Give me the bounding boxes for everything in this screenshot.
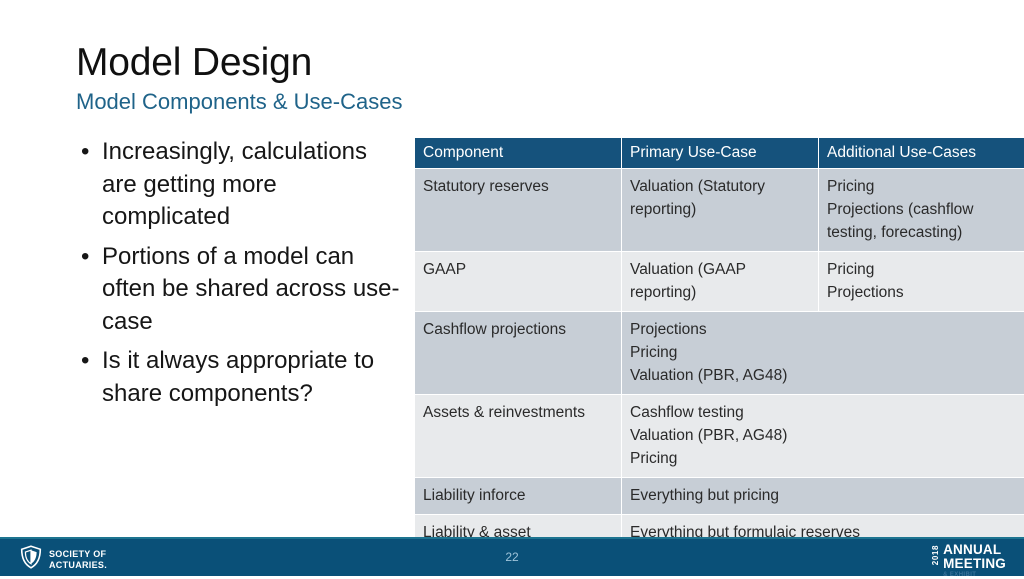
table-row: Liability inforce Everything but pricing xyxy=(415,478,1024,514)
cell-component: Liability inforce xyxy=(415,478,621,514)
list-item: • Portions of a model can often be share… xyxy=(76,241,406,339)
column-header-primary-use-case: Primary Use-Case xyxy=(622,138,818,168)
cell-line: Valuation (PBR, AG48) xyxy=(630,427,788,444)
cell-line: testing, forecasting) xyxy=(827,224,963,241)
cell-line: Pricing xyxy=(630,344,678,361)
meeting-word-meeting: MEETING xyxy=(943,555,1006,571)
table-header: Component Primary Use-Case Additional Us… xyxy=(415,138,1024,168)
table-row: Assets & reinvestments Cashflow testing … xyxy=(415,395,1024,477)
bullet-dot-icon: • xyxy=(81,242,90,270)
cell-line: Cashflow testing xyxy=(630,404,744,421)
cell-primary-use-case: Projections Pricing Valuation (PBR, AG48… xyxy=(622,312,1024,394)
list-item: • Increasingly, calculations are getting… xyxy=(76,136,406,234)
cell-primary-use-case: Valuation (GAAP reporting) xyxy=(622,252,818,311)
cell-line: reporting) xyxy=(630,201,697,218)
cell-component: Assets & reinvestments xyxy=(415,395,621,477)
cell-primary-use-case: Everything but pricing xyxy=(622,478,1024,514)
cell-line: reporting) xyxy=(630,284,697,301)
cell-additional-use-cases: Pricing Projections (cashflow testing, f… xyxy=(819,169,1024,251)
list-item-label: Increasingly, calculations are getting m… xyxy=(102,138,368,230)
cell-line: Valuation (Statutory xyxy=(630,178,765,195)
use-case-table: Component Primary Use-Case Additional Us… xyxy=(414,137,1024,575)
meeting-wordmark: ANNUAL MEETING & EXHIBIT xyxy=(943,543,1006,579)
table-row: Cashflow projections Projections Pricing… xyxy=(415,312,1024,394)
page-title: Model Design xyxy=(76,41,313,84)
meeting-subtext: & EXHIBIT xyxy=(943,572,977,578)
footer-bar: SOCIETY OF ACTUARIES. 22 2018 ANNUAL MEE… xyxy=(0,539,1024,579)
cell-component: GAAP xyxy=(415,252,621,311)
meeting-year: 2018 xyxy=(931,545,941,566)
list-item-label: Portions of a model can often be shared … xyxy=(102,242,400,335)
bullet-list: • Increasingly, calculations are getting… xyxy=(76,136,406,417)
cell-component: Cashflow projections xyxy=(415,312,621,394)
table-header-row: Component Primary Use-Case Additional Us… xyxy=(415,138,1024,168)
cell-line: Projections (cashflow xyxy=(827,201,974,218)
bullet-dot-icon: • xyxy=(81,138,90,165)
table-row: Statutory reserves Valuation (Statutory … xyxy=(415,169,1024,251)
cell-line: Pricing xyxy=(827,178,875,195)
bullet-dot-icon: • xyxy=(81,347,90,374)
column-header-additional-use-cases: Additional Use-Cases xyxy=(819,138,1024,168)
table-row: GAAP Valuation (GAAP reporting) Pricing … xyxy=(415,252,1024,311)
cell-line: Pricing xyxy=(827,261,875,278)
cell-primary-use-case: Valuation (Statutory reporting) xyxy=(622,169,818,251)
cell-line: Valuation (GAAP xyxy=(630,261,747,278)
cell-additional-use-cases: Pricing Projections xyxy=(819,252,1024,311)
title-block: Model Design Model Components & Use-Case… xyxy=(76,40,696,116)
page-subtitle: Model Components & Use-Cases xyxy=(76,89,403,114)
cell-line: Projections xyxy=(630,321,707,338)
cell-line: Valuation (PBR, AG48) xyxy=(630,367,788,384)
cell-primary-use-case: Cashflow testing Valuation (PBR, AG48) P… xyxy=(622,395,1024,477)
column-header-component: Component xyxy=(415,138,621,168)
list-item-label: Is it always appropriate to share compon… xyxy=(102,347,375,407)
annual-meeting-logo: 2018 ANNUAL MEETING & EXHIBIT xyxy=(931,543,1006,579)
cell-component: Statutory reserves xyxy=(415,169,621,251)
meeting-word-annual: ANNUAL xyxy=(943,542,1002,557)
cell-line: Pricing xyxy=(630,450,678,467)
table-body: Statutory reserves Valuation (Statutory … xyxy=(415,169,1024,574)
list-item: • Is it always appropriate to share comp… xyxy=(76,345,406,410)
cell-line: Projections xyxy=(827,284,904,301)
page-number: 22 xyxy=(505,550,519,564)
cell-line: Everything but pricing xyxy=(630,487,780,504)
